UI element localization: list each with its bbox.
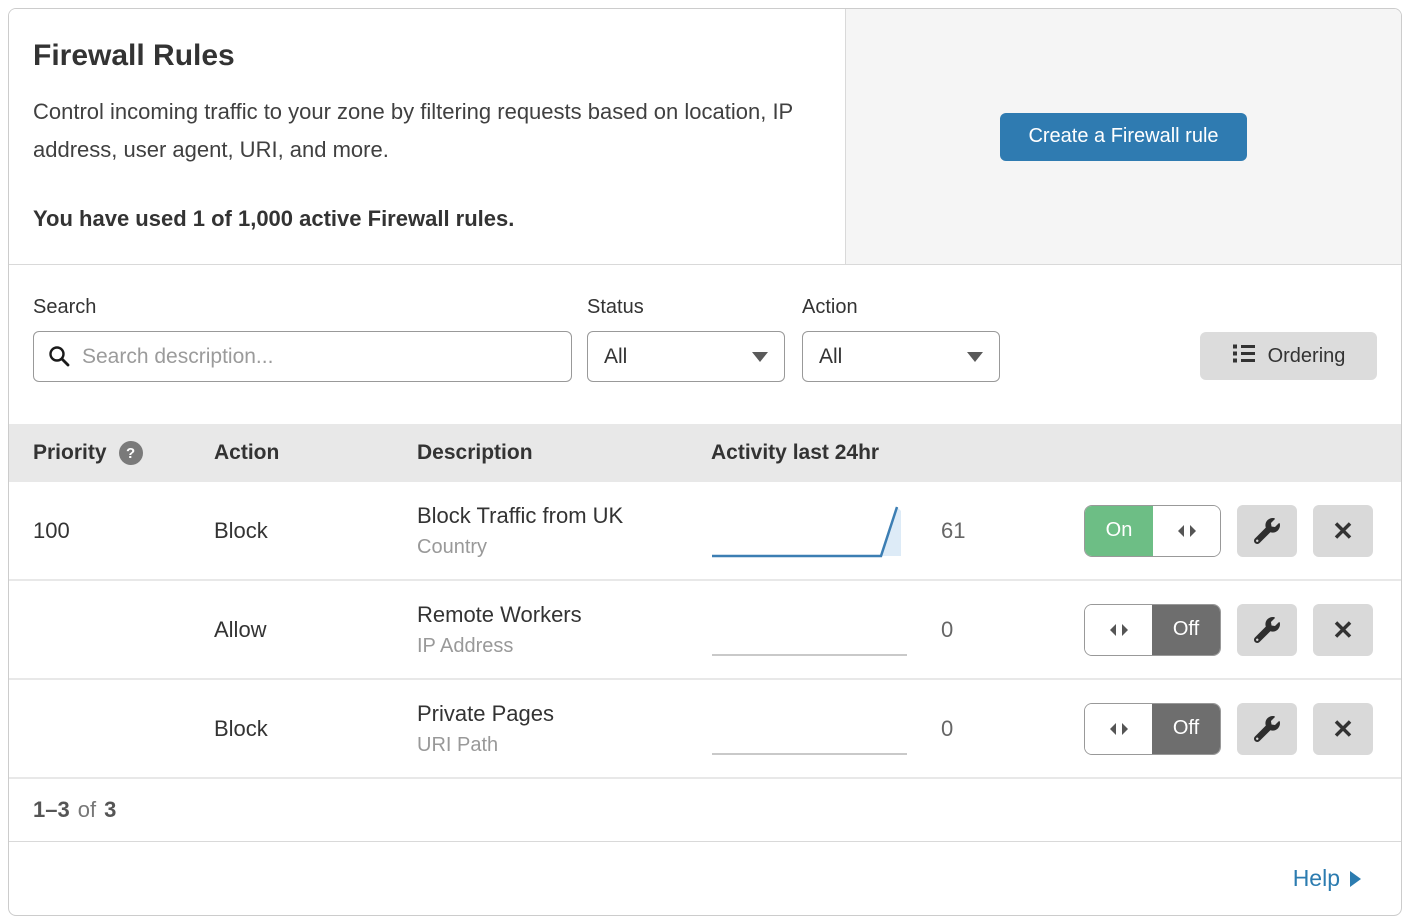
action-select[interactable]: All (802, 331, 1000, 382)
rule-match-type: IP Address (417, 635, 711, 658)
search-input[interactable] (33, 331, 572, 382)
status-label: Status (587, 296, 785, 319)
table-row: Block Private Pages URI Path 0 Off (9, 680, 1401, 779)
activity-sparkline (711, 502, 909, 560)
rule-description: Remote Workers (417, 602, 711, 628)
rule-description: Private Pages (417, 701, 711, 727)
activity-sparkline (711, 700, 909, 758)
pagination-total: 3 (104, 797, 116, 823)
action-select-value: All (819, 345, 842, 369)
close-icon: ✕ (1332, 518, 1354, 544)
status-select[interactable]: All (587, 331, 785, 382)
page-description: Control incoming traffic to your zone by… (33, 93, 813, 169)
column-header-action: Action (214, 441, 417, 465)
firewall-rules-card: Firewall Rules Control incoming traffic … (8, 8, 1402, 916)
rule-action: Block (214, 716, 417, 742)
activity-count: 0 (941, 617, 953, 643)
close-icon: ✕ (1332, 716, 1354, 742)
chevron-down-icon (752, 352, 768, 362)
toggle-state-label: Off (1152, 704, 1220, 754)
column-header-description: Description (417, 441, 711, 465)
search-icon (47, 344, 72, 374)
edit-rule-button[interactable] (1237, 703, 1297, 755)
wrench-icon (1254, 716, 1280, 742)
pagination-range: 1–3 (33, 797, 70, 823)
close-icon: ✕ (1332, 617, 1354, 643)
ordering-button-label: Ordering (1268, 345, 1346, 368)
pagination-of: of (78, 797, 96, 823)
page-header: Firewall Rules Control incoming traffic … (9, 9, 1401, 265)
rule-match-type: URI Path (417, 734, 711, 757)
page-title: Firewall Rules (33, 39, 821, 73)
edit-rule-button[interactable] (1237, 505, 1297, 557)
priority-help-icon[interactable]: ? (119, 441, 143, 465)
edit-rule-button[interactable] (1237, 604, 1297, 656)
delete-rule-button[interactable]: ✕ (1313, 703, 1373, 755)
ordering-list-icon (1232, 341, 1256, 371)
rule-description: Block Traffic from UK (417, 503, 711, 529)
delete-rule-button[interactable]: ✕ (1313, 604, 1373, 656)
toggle-knob-icon (1153, 506, 1220, 556)
rule-action: Block (214, 518, 417, 544)
help-link[interactable]: Help (1293, 865, 1361, 892)
toggle-knob-icon (1085, 605, 1152, 655)
enable-toggle[interactable]: On (1084, 505, 1221, 557)
wrench-icon (1254, 518, 1280, 544)
rule-match-type: Country (417, 536, 711, 559)
enable-toggle[interactable]: Off (1084, 604, 1221, 656)
toggle-state-label: On (1085, 506, 1153, 556)
table-header-row: Priority ? Action Description Activity l… (9, 424, 1401, 482)
enable-toggle[interactable]: Off (1084, 703, 1221, 755)
action-label: Action (802, 296, 1000, 319)
ordering-button[interactable]: Ordering (1200, 332, 1377, 380)
usage-summary: You have used 1 of 1,000 active Firewall… (33, 206, 821, 232)
column-header-priority: Priority (33, 441, 107, 465)
activity-sparkline (711, 601, 909, 659)
header-action-panel: Create a Firewall rule (846, 9, 1401, 264)
pagination-bar: 1–3 of 3 (9, 779, 1401, 842)
status-select-value: All (604, 345, 627, 369)
toggle-knob-icon (1085, 704, 1152, 754)
toggle-state-label: Off (1152, 605, 1220, 655)
rules-table-body: 100 Block Block Traffic from UK Country … (9, 482, 1401, 779)
table-row: Allow Remote Workers IP Address 0 Off (9, 581, 1401, 680)
table-row: 100 Block Block Traffic from UK Country … (9, 482, 1401, 581)
filter-bar: Search Status All Action (9, 265, 1401, 424)
arrow-right-icon (1350, 871, 1361, 887)
rule-action: Allow (214, 617, 417, 643)
column-header-activity: Activity last 24hr (711, 441, 1069, 465)
activity-count: 0 (941, 716, 953, 742)
header-text-panel: Firewall Rules Control incoming traffic … (9, 9, 846, 264)
search-label: Search (33, 296, 572, 319)
wrench-icon (1254, 617, 1280, 643)
delete-rule-button[interactable]: ✕ (1313, 505, 1373, 557)
rule-priority: 100 (33, 518, 214, 544)
create-firewall-rule-button[interactable]: Create a Firewall rule (1000, 113, 1246, 161)
help-link-label: Help (1293, 865, 1340, 892)
help-bar: Help (9, 842, 1401, 915)
chevron-down-icon (967, 352, 983, 362)
activity-count: 61 (941, 518, 965, 544)
